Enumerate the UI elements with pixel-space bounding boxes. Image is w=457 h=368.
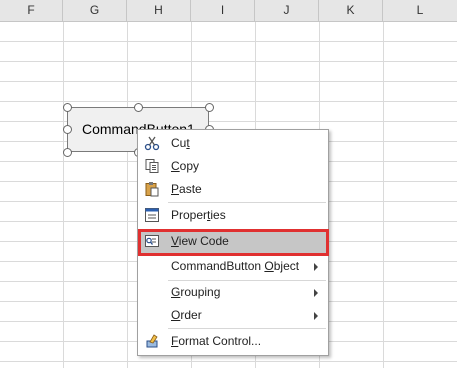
grid-line <box>63 22 64 368</box>
view-code-highlight-box <box>138 229 329 256</box>
column-header-row: F G H I J K L <box>0 0 457 22</box>
grid-line <box>127 22 128 368</box>
menu-item-cut[interactable]: Cut <box>138 132 328 155</box>
format-control-icon <box>144 333 160 349</box>
column-header-g[interactable]: G <box>63 0 127 21</box>
grid-line <box>0 81 457 82</box>
menu-item-grouping[interactable]: Grouping <box>138 281 328 304</box>
copy-icon <box>144 158 160 174</box>
submenu-arrow-icon <box>314 263 318 271</box>
menu-separator <box>168 328 326 329</box>
resize-handle-top[interactable] <box>134 103 143 112</box>
scissors-icon <box>144 135 160 151</box>
menu-item-label: Cut <box>171 136 190 150</box>
menu-item-label: CommandButton Object <box>171 259 300 273</box>
menu-item-order[interactable]: Order <box>138 304 328 327</box>
column-header-f[interactable]: F <box>0 0 63 21</box>
menu-item-label: Copy <box>171 159 200 173</box>
menu-item-label: Format Control... <box>171 334 262 348</box>
resize-handle-top-left[interactable] <box>63 103 72 112</box>
column-header-k[interactable]: K <box>319 0 383 21</box>
menu-separator <box>168 202 326 203</box>
menu-item-paste[interactable]: Paste <box>138 178 328 201</box>
column-header-l[interactable]: L <box>383 0 457 21</box>
grid-line <box>0 41 457 42</box>
menu-item-commandbutton-object[interactable]: CommandButton Object <box>138 255 328 278</box>
grid-line <box>383 22 384 368</box>
menu-item-label: Grouping <box>171 285 221 299</box>
properties-icon <box>144 207 160 223</box>
column-header-i[interactable]: I <box>191 0 255 21</box>
menu-item-copy[interactable]: Copy <box>138 155 328 178</box>
menu-item-label: Paste <box>171 182 202 196</box>
resize-handle-bottom-left[interactable] <box>63 148 72 157</box>
submenu-arrow-icon <box>314 312 318 320</box>
column-header-j[interactable]: J <box>255 0 319 21</box>
menu-item-properties[interactable]: Properties <box>138 204 328 227</box>
column-header-h[interactable]: H <box>127 0 191 21</box>
menu-item-label: Properties <box>171 208 226 222</box>
grid-line <box>0 101 457 102</box>
menu-item-format-control[interactable]: Format Control... <box>138 330 328 353</box>
resize-handle-top-right[interactable] <box>205 103 214 112</box>
grid-line <box>0 61 457 62</box>
submenu-arrow-icon <box>314 289 318 297</box>
paste-icon <box>144 181 160 197</box>
menu-item-label: Order <box>171 308 202 322</box>
grid-line <box>0 361 457 362</box>
resize-handle-left[interactable] <box>63 125 72 134</box>
